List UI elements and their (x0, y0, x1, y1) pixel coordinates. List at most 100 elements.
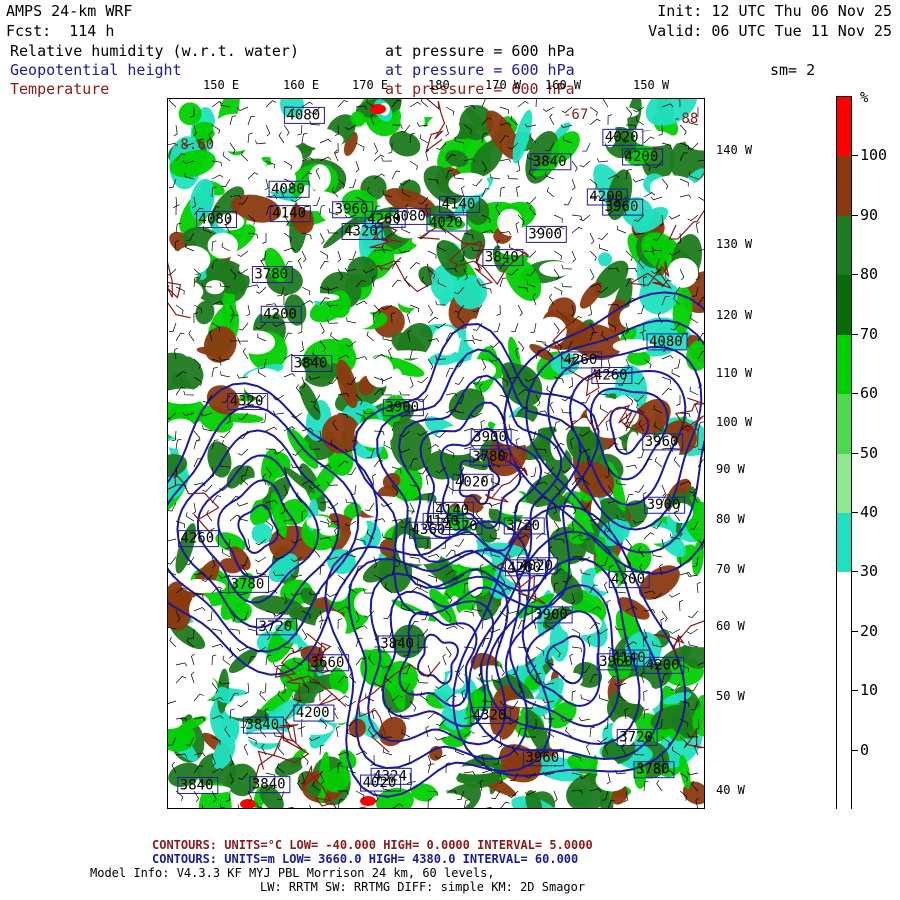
rh-gap (179, 325, 198, 357)
height-contour-label: 4320 (473, 707, 507, 723)
height-contour-label: 3840 (245, 717, 279, 733)
wind-barb (301, 628, 308, 641)
wind-barb (656, 780, 663, 792)
wind-barb (427, 316, 439, 324)
colorbar-label: 80 (860, 265, 879, 284)
wind-barb (255, 286, 267, 294)
height-contour-label: 3960 (605, 199, 639, 215)
wind-barb (297, 257, 303, 270)
wind-barb (500, 801, 510, 808)
wind-barb (571, 250, 576, 263)
wind-barb (246, 304, 251, 317)
rh-gap (225, 700, 258, 719)
wind-barb (175, 662, 188, 667)
wind-barb (319, 232, 325, 245)
level-rh: at pressure = 600 hPa (385, 42, 575, 60)
wind-barb (211, 654, 217, 666)
colorbar-segment (837, 156, 851, 217)
rh-gap (306, 293, 340, 302)
longitude-label: 150 E (203, 78, 240, 92)
wind-barb (571, 646, 583, 653)
wind-barb (625, 464, 638, 469)
wind-barb (237, 250, 249, 257)
latitude-label: 100 W (716, 415, 753, 429)
height-contour-label: 4020 (455, 474, 489, 490)
rh-peak (240, 799, 256, 808)
wind-barb (427, 304, 434, 317)
wind-barb (237, 448, 249, 456)
height-contour-label: 3720 (619, 729, 653, 745)
rh-gap (366, 355, 394, 388)
latitude-label: 130 W (716, 237, 753, 251)
wind-barb (309, 804, 312, 808)
wind-barb (553, 214, 563, 223)
wind-barb (427, 712, 439, 720)
footer-height-contours: CONTOURS: UNITS=m LOW= 3660.0 HIGH= 4380… (152, 852, 579, 866)
wind-barb (598, 232, 609, 241)
wind-barb (589, 268, 595, 281)
wind-barb (169, 636, 177, 648)
wind-barb (255, 556, 267, 563)
rh-gap (305, 128, 337, 143)
colorbar-segment (837, 275, 851, 336)
wind-barb (222, 151, 231, 162)
rh-gap (168, 439, 188, 449)
colorbar-label: 0 (860, 740, 870, 759)
wind-barb (634, 484, 645, 493)
wind-barb (265, 426, 278, 432)
wind-barb (454, 376, 465, 385)
wind-barb (689, 386, 699, 396)
wind-barb (265, 100, 277, 108)
wind-barb (299, 340, 304, 353)
colorbar-label: 50 (860, 443, 879, 462)
height-contour-label: 4080 (271, 181, 305, 197)
wind-barb (193, 439, 201, 450)
wind-barb (419, 134, 429, 144)
wind-barb (671, 368, 681, 378)
wind-barb (221, 178, 231, 188)
wind-barb (372, 473, 376, 486)
rh-gap (627, 431, 640, 462)
height-contour-label: 3960 (335, 202, 369, 218)
wind-barb (211, 174, 224, 180)
wind-barb (668, 214, 681, 220)
rh-gap (364, 592, 386, 623)
wind-barb (301, 286, 311, 296)
fcst-label: Fcst: (6, 22, 52, 40)
wind-barb (598, 244, 609, 252)
height-contour-label: 3840 (252, 777, 286, 793)
colorbar-segment (837, 97, 851, 157)
weather-map: 4260 4200 4140 4020 4140 4200 4200 4324 4360 4320… (167, 98, 705, 809)
wind-barb (571, 690, 577, 702)
wind-barb (349, 178, 357, 189)
wind-barb (679, 599, 684, 612)
wind-barb (173, 124, 178, 137)
latitude-label: 80 W (716, 512, 745, 526)
wind-barb (489, 340, 501, 348)
rh-gap (361, 496, 408, 518)
field-temp: Temperature (10, 80, 110, 98)
wind-barb (366, 331, 375, 342)
smoothing: sm= 2 (770, 61, 816, 79)
wind-barb (582, 142, 591, 152)
rh-gap (432, 326, 460, 356)
rh-gap (395, 286, 431, 308)
height-contour-label: 3780 (472, 449, 506, 465)
wind-barb (542, 106, 555, 112)
rh-gap (403, 161, 419, 179)
rh-gap (667, 257, 699, 288)
height-contour-label: 3780 (254, 267, 288, 283)
height-contour-label: 4140 (425, 513, 459, 529)
height-contour-label: 3840 (180, 777, 214, 793)
wind-barb (585, 743, 591, 756)
wind-barb (686, 628, 699, 635)
wind-barb (420, 99, 429, 108)
height-contour-label: 4080 (286, 107, 320, 123)
height-contour-label: 4260 (594, 368, 628, 384)
wind-barb (319, 744, 325, 756)
rh-gap (465, 318, 484, 350)
wind-barb (175, 204, 180, 216)
rh-gap (598, 106, 639, 119)
temperature-contour-label: -67 (563, 107, 588, 123)
wind-barb (661, 388, 673, 396)
